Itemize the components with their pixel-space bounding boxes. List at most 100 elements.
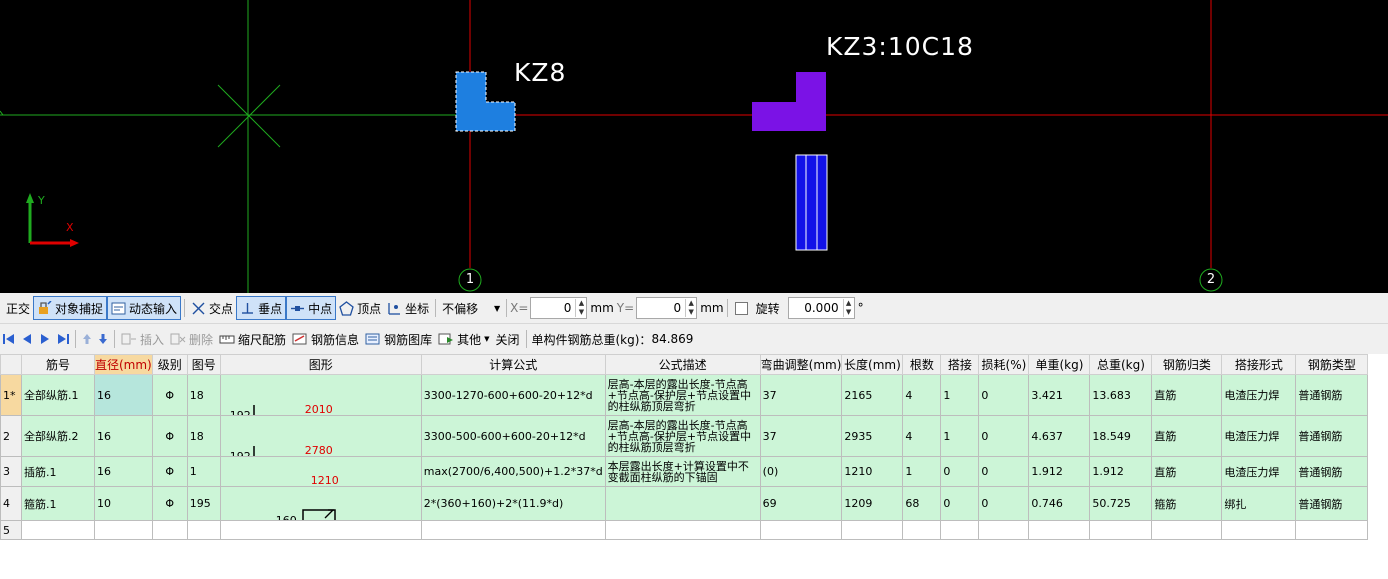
cell-length[interactable]: 2165 — [841, 374, 904, 416]
row-header[interactable]: 2 — [0, 415, 22, 457]
object-snap-button[interactable]: 对象捕捉 — [33, 296, 108, 320]
col-header-total-weight[interactable]: 总重(kg) — [1089, 354, 1153, 375]
cell-formula[interactable]: 2*(360+160)+2*(11.9*d) — [420, 486, 606, 521]
midpoint-snap-button[interactable]: 中点 — [286, 296, 337, 320]
cell-total-weight[interactable]: 1.912 — [1089, 456, 1153, 487]
cell-formula[interactable]: 3300-1270-600+600-20+12*d — [420, 374, 606, 416]
cell-unit-weight[interactable]: 1.912 — [1028, 456, 1091, 487]
cell-name[interactable]: 全部纵筋.2 — [21, 415, 95, 457]
cell-name[interactable]: 箍筋.1 — [21, 486, 95, 521]
ortho-button[interactable]: 正交 — [0, 297, 33, 319]
cell-rebar-type[interactable]: 普通钢筋 — [1295, 415, 1369, 457]
cell-description[interactable]: 层高-本层的露出长度-节点高+节点高-保护层+节点设置中的柱纵筋顶层弯折 — [604, 374, 761, 416]
col-header-figure-no[interactable]: 图号 — [186, 354, 221, 375]
cell-empty[interactable] — [1295, 520, 1369, 540]
cell-rebar-type[interactable]: 普通钢筋 — [1295, 374, 1369, 416]
col-header-unit-weight[interactable]: 单重(kg) — [1028, 354, 1091, 375]
cell-count[interactable]: 68 — [902, 486, 942, 521]
cell-lap-type[interactable]: 电渣压力焊 — [1221, 456, 1297, 487]
cell-empty[interactable] — [940, 520, 980, 540]
cell-count[interactable]: 4 — [902, 415, 942, 457]
cell-name[interactable]: 插筋.1 — [21, 456, 95, 487]
cell-empty[interactable] — [1151, 520, 1223, 540]
corner-header[interactable] — [0, 354, 22, 375]
first-record-button[interactable] — [0, 328, 18, 350]
spin-arrows-icon[interactable]: ▲ ▼ — [842, 299, 854, 317]
cell-total-weight[interactable]: 13.683 — [1089, 374, 1153, 416]
rotate-checkbox[interactable] — [734, 301, 748, 315]
cell-lap[interactable]: 0 — [940, 456, 980, 487]
cell-diameter[interactable]: 10 — [94, 486, 153, 521]
x-coordinate-input[interactable]: 0 ▲ ▼ — [530, 297, 588, 319]
cell-bend-adjust[interactable]: (0) — [759, 456, 843, 487]
cell-empty[interactable] — [1089, 520, 1153, 540]
cad-viewport[interactable]: KZ8 KZ3:10C18 1 2 Y X — [0, 0, 1388, 293]
cell-empty[interactable] — [1028, 520, 1091, 540]
cell-count[interactable]: 1 — [902, 456, 942, 487]
move-up-button[interactable] — [79, 328, 95, 350]
cell-empty[interactable] — [604, 520, 761, 540]
col-header-lap[interactable]: 搭接 — [940, 354, 980, 375]
cell-empty[interactable] — [759, 520, 843, 540]
move-down-button[interactable] — [95, 328, 111, 350]
cell-rebar-type[interactable]: 普通钢筋 — [1295, 456, 1369, 487]
cell-formula[interactable]: 3300-500-600+600-20+12*d — [420, 415, 606, 457]
cell-loss[interactable]: 0 — [978, 374, 1030, 416]
col-header-rebar-type[interactable]: 钢筋类型 — [1295, 354, 1369, 375]
rebar-section-detail[interactable] — [795, 154, 828, 251]
col-header-shape[interactable]: 图形 — [219, 354, 422, 375]
cell-empty[interactable] — [94, 520, 153, 540]
cell-empty[interactable] — [186, 520, 221, 540]
cell-shape[interactable]: 160 360 — [219, 486, 422, 521]
cell-description[interactable]: 层高-本层的露出长度-节点高+节点高-保护层+节点设置中的柱纵筋顶层弯折 — [604, 415, 761, 457]
y-coordinate-input[interactable]: 0 ▲ ▼ — [636, 297, 698, 319]
rotate-angle-input[interactable]: 0.000 ▲ ▼ — [787, 297, 855, 319]
cell-figure-no[interactable]: 1 — [186, 456, 221, 487]
col-header-name[interactable]: 筋号 — [21, 354, 95, 375]
cell-grade[interactable]: Φ — [151, 486, 188, 521]
column-kz3[interactable] — [752, 72, 826, 131]
cell-empty[interactable] — [151, 520, 188, 540]
cell-grade[interactable]: Φ — [151, 374, 188, 416]
close-button[interactable]: 关闭 — [492, 328, 522, 350]
perpendicular-snap-button[interactable]: 垂点 — [236, 296, 287, 320]
cell-shape[interactable]: 192 2010 — [219, 374, 422, 416]
cell-grade[interactable]: Φ — [151, 415, 188, 457]
cell-shape[interactable]: 192 2780 — [219, 415, 422, 457]
cell-loss[interactable]: 0 — [978, 486, 1030, 521]
cell-lap-type[interactable]: 电渣压力焊 — [1221, 374, 1297, 416]
scale-rebar-button[interactable]: 缩尺配筋 — [216, 328, 289, 350]
cell-count[interactable]: 4 — [902, 374, 942, 416]
col-header-description[interactable]: 公式描述 — [604, 354, 761, 375]
table-row[interactable]: 1* 全部纵筋.1 16 Φ 18 192 2010 3300-1270-600… — [0, 374, 1369, 416]
cell-empty[interactable] — [1221, 520, 1297, 540]
dynamic-input-button[interactable]: 动态输入 — [107, 296, 182, 320]
cell-lap[interactable]: 0 — [940, 486, 980, 521]
cell-unit-weight[interactable]: 0.746 — [1028, 486, 1091, 521]
cell-total-weight[interactable]: 18.549 — [1089, 415, 1153, 457]
last-record-button[interactable] — [54, 328, 72, 350]
offset-dropdown[interactable]: 不偏移 ▼ — [439, 297, 503, 319]
row-header[interactable]: 5 — [0, 520, 22, 540]
cell-total-weight[interactable]: 50.725 — [1089, 486, 1153, 521]
cell-bend-adjust[interactable]: 37 — [759, 374, 843, 416]
delete-button[interactable]: 删除 — [167, 328, 216, 350]
cell-empty[interactable] — [420, 520, 606, 540]
rebar-info-button[interactable]: 钢筋信息 — [289, 328, 362, 350]
cell-name[interactable]: 全部纵筋.1 — [21, 374, 95, 416]
cell-empty[interactable] — [841, 520, 904, 540]
cell-bend-adjust[interactable]: 69 — [759, 486, 843, 521]
col-header-count[interactable]: 根数 — [902, 354, 942, 375]
cell-figure-no[interactable]: 18 — [186, 374, 221, 416]
cell-empty[interactable] — [219, 520, 422, 540]
col-header-bend-adjust[interactable]: 弯曲调整(mm) — [759, 354, 843, 375]
table-row[interactable]: 3 插筋.1 16 Φ 1 1210 max(2700/6,400,500)+1… — [0, 456, 1369, 487]
col-header-formula[interactable]: 计算公式 — [420, 354, 606, 375]
cell-lap[interactable]: 1 — [940, 415, 980, 457]
col-header-length[interactable]: 长度(mm) — [841, 354, 904, 375]
next-record-button[interactable] — [36, 328, 54, 350]
cell-rebar-type[interactable]: 普通钢筋 — [1295, 486, 1369, 521]
cell-shape[interactable]: 1210 — [219, 456, 422, 487]
col-header-category[interactable]: 钢筋归类 — [1151, 354, 1223, 375]
cell-bend-adjust[interactable]: 37 — [759, 415, 843, 457]
